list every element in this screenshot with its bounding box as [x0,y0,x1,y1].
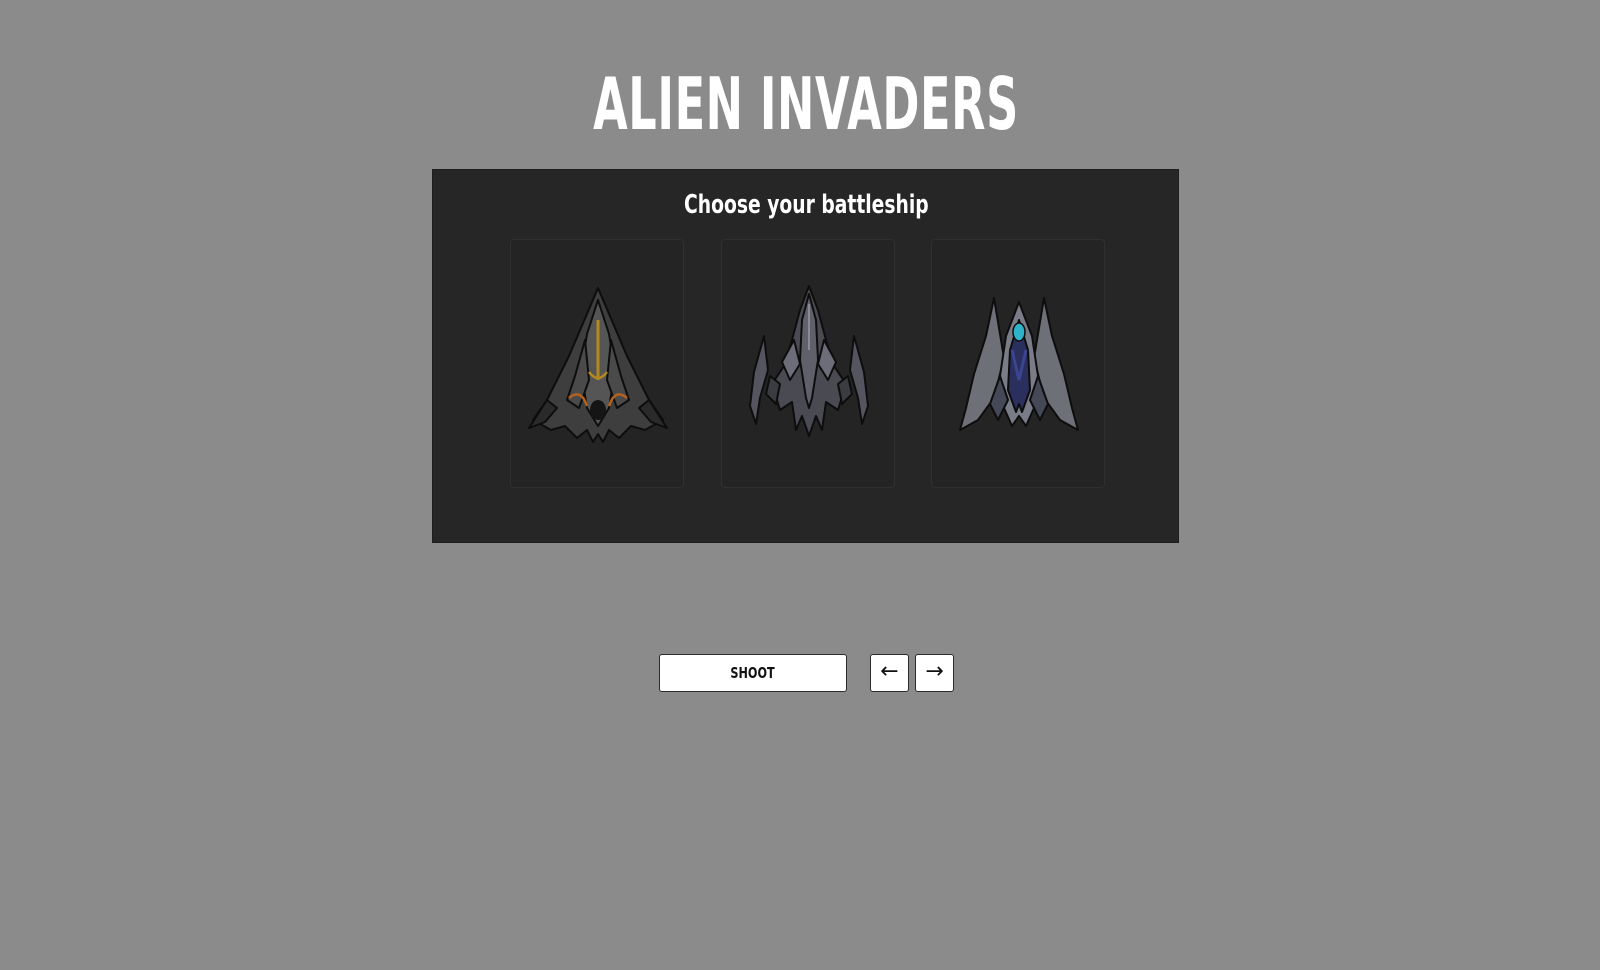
ship-select-panel: Choose your battleship [432,169,1179,543]
battleship-1-sprite [528,287,668,443]
shoot-button-label: SHOOT [730,664,776,682]
game-title: ALIEN INVADERS [593,62,1019,146]
ship-card-1[interactable] [510,239,684,488]
next-ship-button[interactable]: → [915,654,954,692]
previous-ship-button[interactable]: ← [870,654,909,692]
ship-select-heading: Choose your battleship [684,190,929,220]
ship-card-3[interactable] [931,239,1105,488]
arrow-left-icon: ← [880,659,899,684]
ship-card-2[interactable] [721,239,895,488]
shoot-button[interactable]: SHOOT [659,654,847,692]
battleship-3-sprite [959,297,1079,431]
battleship-2-sprite [749,285,869,437]
arrow-right-icon: → [925,659,944,684]
